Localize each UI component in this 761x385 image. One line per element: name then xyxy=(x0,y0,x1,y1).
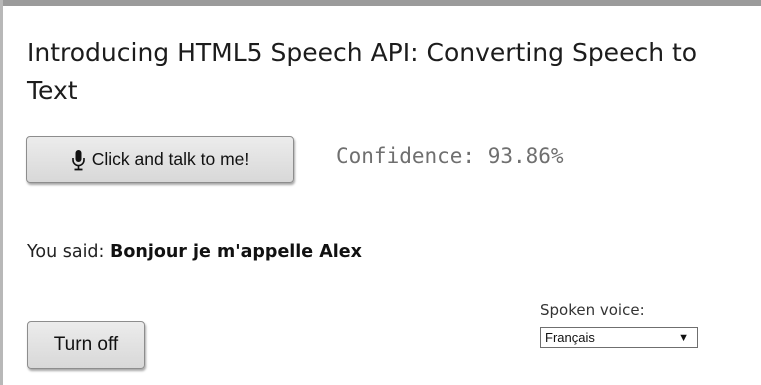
top-border xyxy=(0,0,761,6)
talk-button-label: Click and talk to me! xyxy=(91,149,250,169)
confidence-readout: Confidence: 93.86% xyxy=(336,144,564,168)
talk-button[interactable]: Click and talk to me! xyxy=(26,136,294,183)
triangle-down-icon: ▼ xyxy=(678,331,689,344)
microphone-icon xyxy=(71,149,86,171)
page-title: Introducing HTML5 Speech API: Converting… xyxy=(27,38,698,105)
voice-select[interactable]: Français ▼ xyxy=(540,327,698,348)
transcript-prefix: You said: xyxy=(27,242,110,262)
voice-select-value: Français xyxy=(545,330,595,345)
transcript-line: You said: Bonjour je m'appelle Alex xyxy=(27,242,362,262)
turn-off-label: Turn off xyxy=(53,334,119,355)
voice-label: Spoken voice: xyxy=(540,301,645,319)
turn-off-button[interactable]: Turn off xyxy=(27,321,145,369)
frame-edge xyxy=(0,0,3,385)
transcript-text: Bonjour je m'appelle Alex xyxy=(110,242,362,262)
